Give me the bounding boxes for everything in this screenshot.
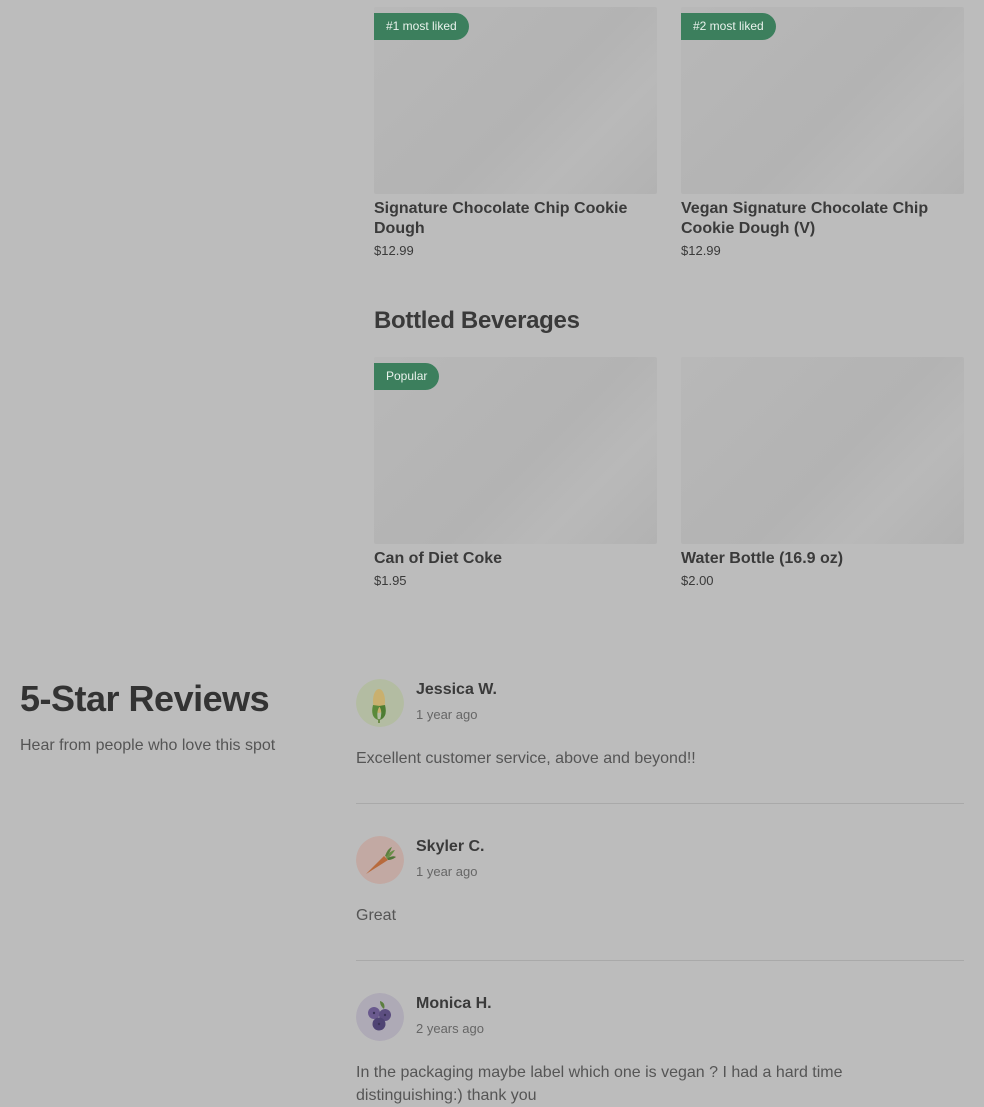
section-title-bottled-beverages: Bottled Beverages — [374, 307, 580, 334]
most-liked-badge: #1 most liked — [374, 13, 469, 40]
menu-item-image: #2 most liked — [681, 7, 964, 194]
reviews-title: 5-Star Reviews — [20, 678, 270, 719]
menu-item-card[interactable]: Popular Can of Diet Coke $1.95 — [374, 357, 657, 588]
menu-item-image: Popular — [374, 357, 657, 544]
review-text: Great — [356, 907, 397, 924]
divider — [356, 960, 964, 961]
corn-icon — [356, 679, 404, 727]
avatar — [356, 993, 404, 1041]
avatar — [356, 836, 404, 884]
menu-item-card[interactable]: #1 most liked Signature Chocolate Chip C… — [374, 7, 657, 258]
review-time: 1 year ago — [416, 864, 478, 879]
most-liked-badge: #2 most liked — [681, 13, 776, 40]
reviewer-name: Monica H. — [416, 995, 492, 1012]
menu-item-price: $1.95 — [374, 573, 407, 588]
carrot-icon — [356, 836, 404, 884]
menu-item-name: Vegan Signature Chocolate Chip Cookie Do… — [681, 200, 929, 237]
menu-item-price: $12.99 — [374, 243, 414, 258]
divider — [356, 803, 964, 804]
menu-item-price: $12.99 — [681, 243, 721, 258]
menu-item-image — [681, 357, 964, 544]
popular-badge: Popular — [374, 363, 440, 390]
avatar — [356, 679, 404, 727]
menu-item-price: $2.00 — [681, 573, 714, 588]
reviews-subtitle: Hear from people who love this spot — [20, 737, 276, 754]
review-text: Excellent customer service, above and be… — [356, 750, 696, 767]
review-time: 1 year ago — [416, 707, 478, 722]
menu-item-card[interactable]: Water Bottle (16.9 oz) $2.00 — [681, 357, 964, 588]
blueberries-icon — [356, 993, 404, 1041]
menu-item-name: Water Bottle (16.9 oz) — [681, 550, 844, 567]
reviewer-name: Skyler C. — [416, 838, 485, 855]
menu-item-name: Signature Chocolate Chip Cookie Dough — [374, 200, 628, 237]
review-text: In the packaging maybe label which one i… — [356, 1064, 843, 1104]
review-time: 2 years ago — [416, 1021, 484, 1036]
menu-item-image: #1 most liked — [374, 7, 657, 194]
menu-item-name: Can of Diet Coke — [374, 550, 503, 567]
reviewer-name: Jessica W. — [416, 681, 497, 698]
menu-item-card[interactable]: #2 most liked Vegan Signature Chocolate … — [681, 7, 964, 258]
